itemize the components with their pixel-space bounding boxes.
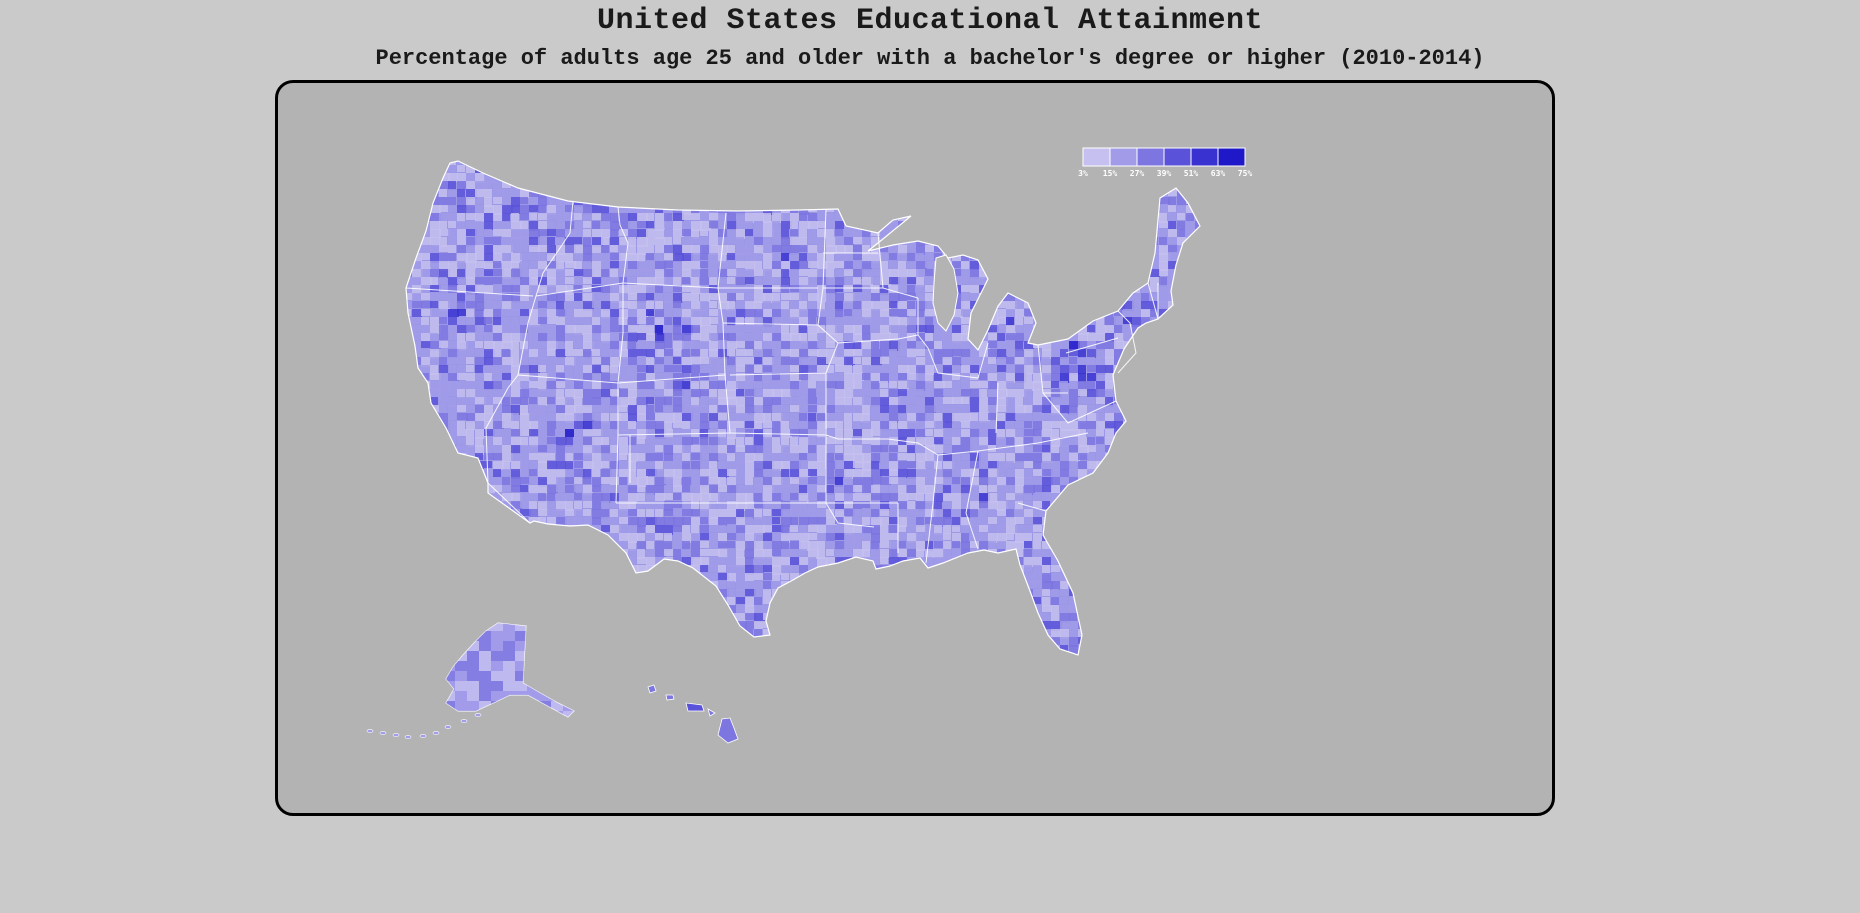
page-subtitle: Percentage of adults age 25 and older wi… — [375, 46, 1485, 71]
map-panel: 3% 15% 27% 39% 51% 63% 75% — [275, 80, 1555, 816]
page-title: United States Educational Attainment — [596, 4, 1264, 38]
